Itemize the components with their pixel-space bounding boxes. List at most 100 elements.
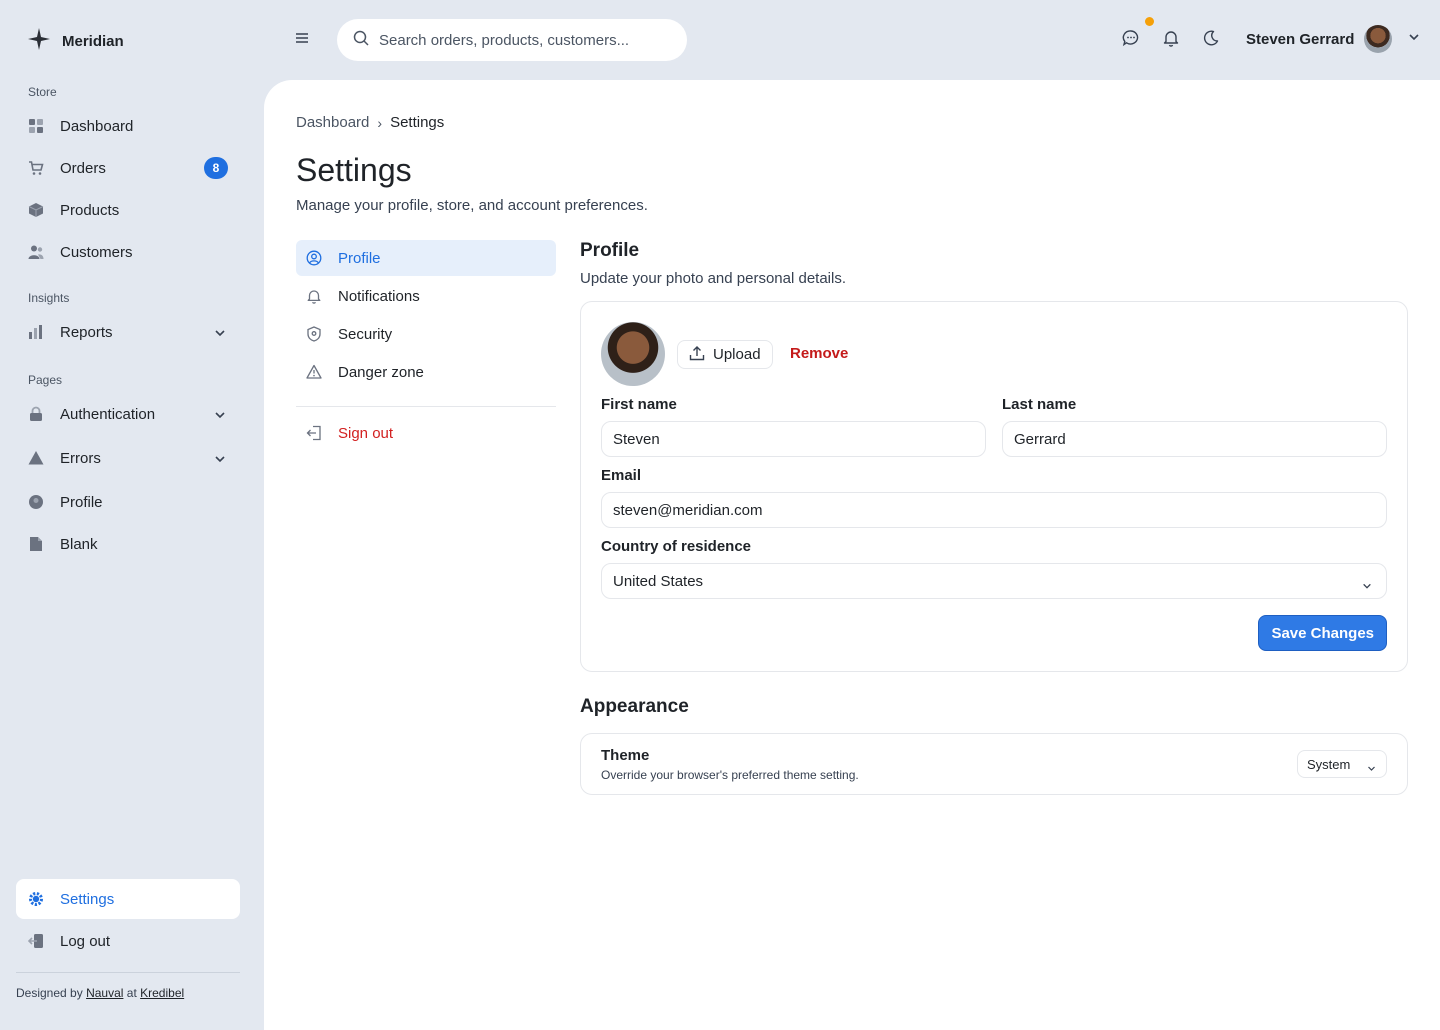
last-name-field[interactable] xyxy=(1002,421,1387,457)
section-label-store: Store xyxy=(28,85,57,99)
notification-dot xyxy=(1145,17,1154,26)
profile-photo xyxy=(601,322,665,386)
chevron-down-icon xyxy=(214,408,226,425)
country-value: United States xyxy=(613,572,704,590)
theme-description: Override your browser's preferred theme … xyxy=(601,768,859,782)
chevron-down-icon xyxy=(1362,578,1372,595)
sidebar-item-products[interactable]: Products xyxy=(16,190,240,230)
brand[interactable]: Meridian xyxy=(28,28,124,55)
user-menu[interactable]: Steven Gerrard xyxy=(1246,25,1420,53)
users-icon xyxy=(28,244,44,260)
sidebar-item-label: Orders xyxy=(60,159,106,177)
author-link[interactable]: Nauval xyxy=(86,986,123,1000)
breadcrumb-separator: › xyxy=(377,114,383,131)
moon-icon xyxy=(1203,29,1219,51)
settings-nav-danger-zone[interactable]: Danger zone xyxy=(296,354,556,390)
email-label: Email xyxy=(601,467,642,484)
credits-prefix: Designed by xyxy=(16,986,83,1000)
menu-toggle-button[interactable] xyxy=(292,30,312,50)
settings-nav-security[interactable]: Security xyxy=(296,316,556,352)
sidebar: Meridian Store Dashboard Orders 8 Produc… xyxy=(0,0,264,1030)
shield-icon xyxy=(306,326,322,342)
sidebar-item-label: Profile xyxy=(60,493,103,511)
breadcrumb: Dashboard › Settings xyxy=(296,114,444,131)
page-subtitle: Manage your profile, store, and account … xyxy=(296,197,648,214)
warning-icon xyxy=(28,450,44,466)
sign-out-icon xyxy=(306,425,322,441)
logout-icon xyxy=(28,933,44,949)
section-label-insights: Insights xyxy=(28,291,70,305)
search-input[interactable] xyxy=(379,31,669,49)
sidebar-item-logout[interactable]: Log out xyxy=(16,921,240,961)
gear-icon xyxy=(28,891,44,907)
upload-photo-button[interactable]: Upload xyxy=(677,340,773,369)
theme-select[interactable]: System xyxy=(1297,750,1387,778)
chevron-down-icon xyxy=(1408,30,1420,48)
user-name: Steven Gerrard xyxy=(1246,30,1355,48)
first-name-label: First name xyxy=(601,396,677,413)
user-circle-icon xyxy=(28,494,44,510)
country-select[interactable]: United States xyxy=(601,563,1387,599)
file-icon xyxy=(28,536,44,552)
lock-icon xyxy=(28,406,44,422)
sidebar-divider xyxy=(16,972,240,973)
upload-icon xyxy=(689,345,705,365)
sidebar-item-label: Errors xyxy=(60,449,101,467)
appearance-card: Theme Override your browser's preferred … xyxy=(580,733,1408,795)
bell-icon xyxy=(1163,29,1179,52)
breadcrumb-dashboard-link[interactable]: Dashboard xyxy=(296,114,369,131)
last-name-label: Last name xyxy=(1002,396,1077,413)
country-label: Country of residence xyxy=(601,538,752,555)
profile-section-title: Profile xyxy=(580,240,640,261)
settings-nav-notifications[interactable]: Notifications xyxy=(296,278,556,314)
search-icon xyxy=(353,30,369,51)
sidebar-item-label: Log out xyxy=(60,932,111,950)
dashboard-icon xyxy=(28,118,44,134)
upload-label: Upload xyxy=(713,346,761,363)
theme-value: System xyxy=(1307,756,1351,772)
bell-icon xyxy=(306,288,322,304)
profile-section-subtitle: Update your photo and personal details. xyxy=(580,270,847,287)
search-box[interactable] xyxy=(337,19,687,61)
chat-icon xyxy=(1122,29,1140,52)
sidebar-item-authentication[interactable]: Authentication xyxy=(16,394,240,434)
brand-name: Meridian xyxy=(62,33,124,50)
sidebar-item-profile[interactable]: Profile xyxy=(16,482,240,522)
settings-nav-divider xyxy=(296,406,556,407)
sidebar-item-settings[interactable]: Settings xyxy=(16,879,240,919)
profile-card: Upload Remove First name Last name Email… xyxy=(580,301,1408,672)
appearance-section-title: Appearance xyxy=(580,696,689,717)
sidebar-item-orders[interactable]: Orders 8 xyxy=(16,148,240,188)
sidebar-item-errors[interactable]: Errors xyxy=(16,438,240,478)
theme-toggle-button[interactable] xyxy=(1201,29,1221,51)
sidebar-item-reports[interactable]: Reports xyxy=(16,312,240,352)
settings-nav-label: Danger zone xyxy=(338,363,424,381)
settings-nav-label: Notifications xyxy=(338,287,420,305)
sidebar-item-blank[interactable]: Blank xyxy=(16,524,240,564)
page-title: Settings xyxy=(296,152,412,188)
sidebar-item-customers[interactable]: Customers xyxy=(16,232,240,272)
chevron-down-icon xyxy=(214,452,226,469)
email-field[interactable] xyxy=(601,492,1387,528)
sidebar-item-label: Customers xyxy=(60,243,133,261)
first-name-field[interactable] xyxy=(601,421,986,457)
main-panel: Dashboard › Settings Settings Manage you… xyxy=(264,80,1440,1030)
remove-photo-button[interactable]: Remove xyxy=(790,345,848,362)
theme-title: Theme xyxy=(601,747,650,764)
settings-nav-sign-out[interactable]: Sign out xyxy=(296,415,556,451)
sidebar-item-label: Blank xyxy=(60,535,98,553)
settings-nav-label: Sign out xyxy=(338,424,394,442)
messages-button[interactable] xyxy=(1121,29,1141,52)
sparkle-logo-icon xyxy=(28,28,50,55)
settings-nav-profile[interactable]: Profile xyxy=(296,240,556,276)
hamburger-icon xyxy=(295,31,309,49)
sidebar-item-dashboard[interactable]: Dashboard xyxy=(16,106,240,146)
save-changes-button[interactable]: Save Changes xyxy=(1258,615,1387,651)
chevron-down-icon xyxy=(1367,761,1376,776)
settings-nav-label: Security xyxy=(338,325,393,343)
company-link[interactable]: Kredibel xyxy=(140,986,184,1000)
sidebar-item-label: Reports xyxy=(60,323,113,341)
sidebar-item-label: Dashboard xyxy=(60,117,134,135)
notifications-button[interactable] xyxy=(1161,30,1181,50)
user-circle-icon xyxy=(306,250,322,266)
